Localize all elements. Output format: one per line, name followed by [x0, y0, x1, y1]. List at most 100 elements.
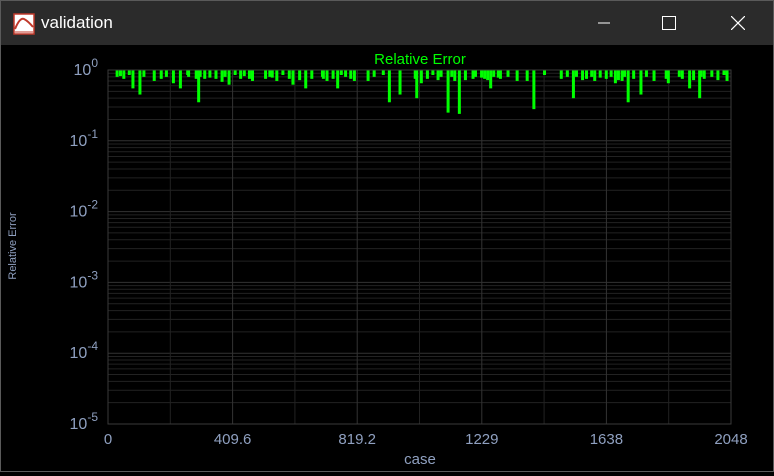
- bar: [543, 70, 547, 75]
- bar: [483, 70, 487, 79]
- title-bar[interactable]: validation: [1, 1, 773, 45]
- bar: [239, 70, 243, 79]
- x-tick-labels: 0 409.6 819.2 1229 1638 2048: [104, 431, 748, 448]
- bar: [571, 70, 575, 99]
- bar: [381, 70, 385, 75]
- bar: [716, 70, 720, 81]
- bar: [220, 70, 224, 82]
- bar: [598, 70, 602, 78]
- minimize-button[interactable]: [581, 1, 627, 45]
- bar: [506, 70, 510, 77]
- bar: [127, 70, 131, 75]
- y-tick-label: 100: [74, 56, 99, 79]
- bar: [214, 70, 218, 79]
- bar: [223, 70, 227, 77]
- bar: [590, 70, 594, 77]
- bar: [250, 70, 254, 81]
- bar: [515, 70, 519, 81]
- close-button[interactable]: [715, 1, 761, 45]
- bar: [344, 70, 348, 77]
- bar: [498, 70, 502, 79]
- bar: [699, 70, 703, 77]
- bar: [208, 70, 212, 78]
- bar: [415, 70, 419, 99]
- bar: [446, 70, 450, 113]
- bar: [722, 70, 726, 75]
- bar: [171, 70, 175, 84]
- bar: [680, 70, 684, 79]
- app-window: validation 100 10-1 10-2 10-3 10-4 10-5 0 409.…: [0, 0, 774, 472]
- bar: [138, 70, 142, 95]
- bar: [339, 70, 343, 75]
- y-tick-labels: 100 10-1 10-2 10-3 10-4 10-5: [70, 56, 99, 433]
- bar: [387, 70, 391, 103]
- bar: [532, 70, 536, 110]
- bar: [453, 70, 457, 81]
- x-tick-label: 1638: [590, 431, 623, 448]
- bar: [632, 70, 636, 79]
- bar: [187, 70, 191, 77]
- bar: [118, 70, 122, 77]
- bar: [616, 70, 620, 81]
- bar: [436, 70, 440, 81]
- y-tick-label: 10-2: [70, 198, 99, 221]
- x-tick-label: 819.2: [338, 431, 376, 448]
- bar: [159, 70, 163, 79]
- bar: [152, 70, 156, 81]
- app-icon: [13, 13, 35, 35]
- bar: [688, 70, 692, 89]
- bar: [142, 70, 146, 77]
- y-tick-label: 10-5: [70, 410, 99, 433]
- bar: [626, 70, 630, 103]
- bar: [480, 70, 484, 78]
- bar: [425, 70, 429, 79]
- bar: [203, 70, 207, 79]
- bar: [692, 70, 696, 81]
- bar: [270, 70, 274, 78]
- bar: [275, 70, 279, 81]
- window-title: validation: [41, 13, 113, 32]
- bar: [581, 70, 585, 81]
- bar: [431, 70, 435, 75]
- bar: [227, 70, 231, 85]
- bar: [463, 70, 467, 81]
- bar: [492, 70, 496, 77]
- close-icon: [731, 16, 745, 30]
- relative-error-chart: 100 10-1 10-2 10-3 10-4 10-5 0 409.6 819.2 1229 1…: [7, 51, 748, 468]
- bar: [233, 70, 237, 75]
- bar: [489, 70, 493, 89]
- bar: [349, 70, 353, 79]
- y-tick-label: 10-1: [70, 127, 99, 150]
- grid: [107, 70, 732, 425]
- bar: [178, 70, 182, 89]
- bar: [623, 70, 627, 77]
- bar: [352, 70, 356, 81]
- bar: [677, 70, 681, 77]
- chart-title: Relative Error: [374, 51, 466, 68]
- chart-panel: 100 10-1 10-2 10-3 10-4 10-5 0 409.6 819.2 1229 1…: [1, 45, 773, 471]
- bar: [559, 70, 563, 79]
- bar: [644, 70, 648, 77]
- x-tick-label: 0: [104, 431, 112, 448]
- bar: [372, 70, 376, 77]
- bar: [613, 70, 617, 84]
- y-tick-label: 10-4: [70, 339, 99, 362]
- bar: [281, 70, 285, 75]
- bar: [604, 70, 608, 79]
- bar: [366, 70, 370, 81]
- x-axis-label: case: [404, 451, 436, 468]
- bar: [164, 70, 168, 77]
- maximize-button[interactable]: [646, 1, 692, 45]
- bar: [486, 70, 490, 81]
- bar: [593, 70, 597, 81]
- bar: [609, 70, 613, 77]
- x-tick-label: 1229: [465, 431, 498, 448]
- bar: [450, 70, 454, 77]
- bar: [247, 70, 251, 79]
- bar: [457, 70, 461, 114]
- bar: [122, 70, 126, 79]
- bar: [291, 70, 295, 85]
- bar: [115, 70, 119, 77]
- bar: [298, 70, 302, 81]
- bar: [725, 70, 729, 81]
